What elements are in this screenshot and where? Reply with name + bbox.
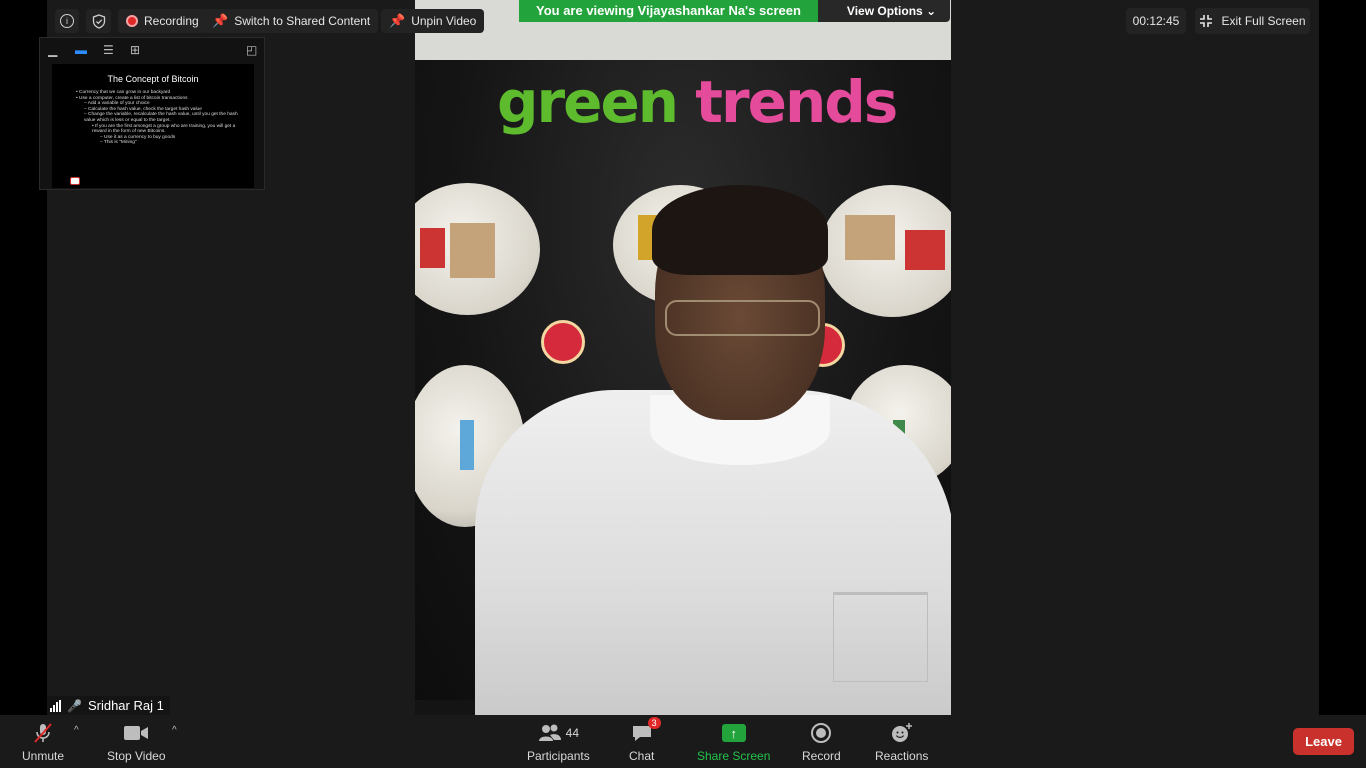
unmute-button[interactable]: Unmute (22, 721, 64, 763)
recording-label: Recording (144, 14, 199, 28)
share-screen-button[interactable]: ↑ Share Screen (697, 721, 770, 763)
unpin-video-button[interactable]: 📌 Unpin Video (381, 9, 485, 33)
stack-view-icon[interactable]: ☰ (103, 44, 114, 56)
minimize-icon[interactable]: ▁ (48, 44, 57, 56)
person-hair (652, 185, 828, 275)
stop-video-label: Stop Video (107, 749, 166, 763)
exit-fullscreen-icon (1200, 15, 1213, 27)
chat-label: Chat (629, 749, 655, 763)
record-icon (811, 723, 832, 743)
video-camera-icon (123, 721, 149, 745)
slide-logo (70, 177, 80, 185)
participants-icon (538, 724, 561, 741)
record-button[interactable]: Record (802, 721, 841, 763)
shield-check-icon (92, 13, 105, 29)
gallery-view-icon[interactable]: ⊞ (130, 44, 140, 56)
chat-button[interactable]: 3 Chat (629, 717, 661, 763)
switch-to-shared-content-button[interactable]: 📌 Switch to Shared Content (204, 9, 379, 33)
meeting-info-button[interactable]: i (55, 9, 79, 33)
security-button[interactable] (86, 9, 111, 33)
chat-unread-badge: 3 (647, 717, 661, 729)
share-screen-icon: ↑ (721, 724, 746, 742)
slide-bullet: This is "Mining" (76, 140, 244, 146)
swap-view-icon[interactable]: ◰ (246, 44, 257, 56)
muted-mic-icon: 🎤 (67, 698, 82, 713)
single-view-icon[interactable]: ▬ (75, 44, 87, 56)
active-speaker-video: green trends (415, 0, 951, 715)
slide-bullet: Change the variable, recalculate the has… (76, 112, 244, 123)
right-letterbox (1319, 0, 1366, 715)
brand-green-text: green (497, 68, 679, 136)
thumbnail-controls: ▁ ▬ ☰ ⊞ ◰ (40, 38, 264, 62)
unpin-label: Unpin Video (411, 14, 477, 28)
store-brand-sign: green trends (497, 68, 898, 136)
audio-options-chevron-icon[interactable]: ^ (74, 725, 79, 736)
unmute-label: Unmute (22, 749, 65, 763)
chevron-down-icon: ⌄ (926, 4, 937, 18)
brand-pink-text: trends (695, 68, 898, 136)
viewing-screen-text: You are viewing Vijayashankar Na's scree… (519, 0, 818, 22)
leave-button[interactable]: Leave (1293, 728, 1354, 755)
shared-content-thumbnail[interactable]: ▁ ▬ ☰ ⊞ ◰ The Concept of Bitcoin Currenc… (39, 37, 265, 190)
mic-muted-icon (31, 721, 55, 745)
signal-strength-icon (50, 699, 61, 712)
slide-preview: The Concept of Bitcoin Currency that we … (52, 64, 254, 188)
pin-icon: 📌 (212, 13, 229, 28)
person-glasses (665, 300, 820, 336)
participants-count: 44 (565, 726, 580, 740)
participants-label: Participants (527, 749, 590, 763)
share-screen-label: Share Screen (697, 749, 771, 763)
recording-indicator[interactable]: Recording (118, 9, 207, 33)
pin-icon: 📌 (389, 13, 406, 28)
switch-shared-label: Switch to Shared Content (234, 14, 371, 28)
participants-button[interactable]: 44 Participants (527, 721, 590, 763)
participant-name-tag: 🎤 Sridhar Raj 1 (47, 696, 170, 715)
video-options-chevron-icon[interactable]: ^ (172, 725, 177, 736)
recording-dot-icon (126, 15, 138, 27)
stop-video-button[interactable]: Stop Video (107, 721, 166, 763)
view-options-label: View Options (846, 4, 923, 18)
meeting-controls-bar (0, 715, 1366, 768)
meeting-timer: 00:12:45 (1126, 8, 1186, 34)
reactions-button[interactable]: Reactions (875, 721, 928, 763)
viewing-banner: You are viewing Vijayashankar Na's scree… (519, 0, 951, 22)
promo-sticker (541, 320, 585, 364)
exit-full-screen-button[interactable]: Exit Full Screen (1195, 8, 1310, 34)
slide-title: The Concept of Bitcoin (107, 74, 199, 84)
exit-full-screen-label: Exit Full Screen (1221, 14, 1306, 28)
slide-bullets: Currency that we can grow in our backyar… (76, 90, 244, 146)
reactions-label: Reactions (875, 749, 929, 763)
slide-bullet: If you are the first amongst a group who… (76, 124, 244, 135)
participant-name: Sridhar Raj 1 (87, 698, 164, 713)
view-options-button[interactable]: View Options ⌄ (817, 0, 951, 22)
info-icon: i (60, 14, 74, 28)
shirt-pocket (833, 592, 928, 682)
record-label: Record (802, 749, 841, 763)
smiley-plus-icon (891, 723, 912, 742)
